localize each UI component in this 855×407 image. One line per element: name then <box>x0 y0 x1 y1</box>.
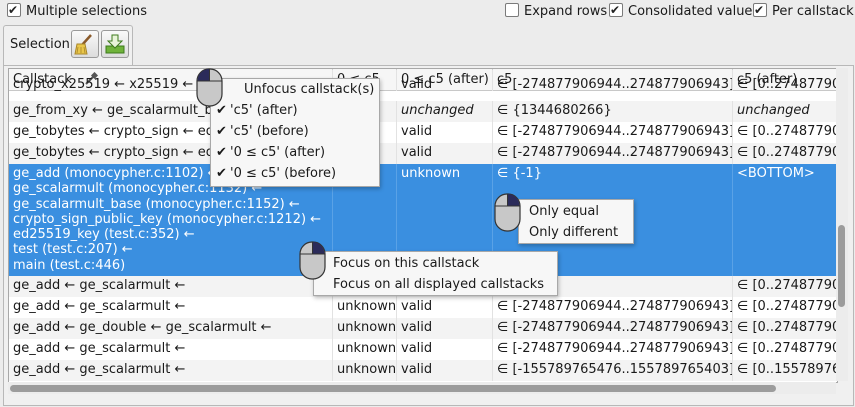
multiple-selections-checkbox[interactable] <box>7 1 21 19</box>
callstack-table: Callstack 0 ≤ c5 0 ≤ c5 (after) c5 c5 (a… <box>8 68 838 383</box>
multiple-selections-label: Multiple selections <box>26 4 147 19</box>
vertical-scroll-thumb[interactable] <box>838 225 845 307</box>
mouse-right-click-icon <box>299 241 326 280</box>
table-row[interactable]: ge_add ← ge_scalarmult ← unknown valid ∈… <box>9 360 837 381</box>
mouse-left-click-icon <box>196 68 223 107</box>
table-row[interactable]: ge_tobytes ← crypto_sign ← ed25519 own v… <box>9 143 837 164</box>
unfocus-callstacks-item[interactable]: Unfocus callstack(s) <box>244 79 374 100</box>
menu-item-c5-before[interactable]: ✔'c5' (before) <box>211 121 379 142</box>
horizontal-scroll-thumb[interactable] <box>10 385 776 392</box>
consolidated-value-option[interactable]: Consolidated value <box>609 1 753 21</box>
menu-item-c5-after[interactable]: ✔'c5' (after) <box>211 100 379 121</box>
expand-rows-label: Expand rows <box>524 4 608 19</box>
vertical-scrollbar[interactable] <box>836 68 848 381</box>
expand-rows-checkbox[interactable] <box>505 3 519 17</box>
table-row[interactable]: ge_tobytes ← crypto_sign ← ed25519 own v… <box>9 122 837 143</box>
checkmark-icon: ✔ <box>216 145 227 160</box>
table-row[interactable]: crypto_x25519 ← x25519 ← ... valid ∈ [-2… <box>9 70 837 91</box>
per-callstack-checkbox[interactable] <box>753 1 767 19</box>
expand-rows-option[interactable]: Expand rows <box>505 3 607 21</box>
selection-tab[interactable]: Selection <box>3 25 133 66</box>
checkmark-icon: ✔ <box>216 124 227 139</box>
table-row[interactable]: ge_from_xy ← ge_scalarmult_base ← ... un… <box>9 101 837 122</box>
only-equal-item[interactable]: Only equal <box>529 201 599 222</box>
consolidated-value-label: Consolidated value <box>628 4 753 19</box>
menu-item-range-before[interactable]: ✔ '0 ≤ c5' (before) <box>211 163 379 184</box>
checkmark-icon: ✔ <box>216 166 227 181</box>
download-button[interactable] <box>101 30 129 58</box>
per-callstack-option[interactable]: Per callstack <box>753 1 854 21</box>
equal-filter-menu: Only equal Only different <box>518 199 634 244</box>
multiple-selections-option[interactable]: Multiple selections <box>7 1 147 21</box>
column-context-menu: Unfocus callstack(s) ✔'c5' (after) ✔'c5'… <box>210 78 380 187</box>
mouse-right-click-icon <box>494 193 521 232</box>
table-row[interactable]: ge_add ← ge_scalarmult ← unknown valid ∈… <box>9 339 837 360</box>
horizontal-scrollbar[interactable] <box>8 382 836 394</box>
selection-tab-label: Selection <box>10 37 70 52</box>
focus-this-callstack-item[interactable]: Focus on this callstack <box>333 253 479 274</box>
menu-item-range-after[interactable]: ✔ '0 ≤ c5' (after) <box>211 142 379 163</box>
table-row[interactable]: ge_add ← ge_double ← ge_scalarmult ← unk… <box>9 318 837 339</box>
consolidated-value-checkbox[interactable] <box>609 1 623 19</box>
broom-icon <box>74 34 92 55</box>
callstack-focus-menu: Focus on this callstack Focus on all dis… <box>313 251 558 296</box>
only-different-item[interactable]: Only different <box>529 222 618 243</box>
clear-selection-button[interactable] <box>71 30 99 58</box>
per-callstack-label: Per callstack <box>772 4 854 19</box>
table-row[interactable]: ge_add ← ge_scalarmult ← unknown valid ∈… <box>9 297 837 318</box>
focus-all-callstacks-item[interactable]: Focus on all displayed callstacks <box>333 274 544 295</box>
download-icon <box>105 34 125 54</box>
